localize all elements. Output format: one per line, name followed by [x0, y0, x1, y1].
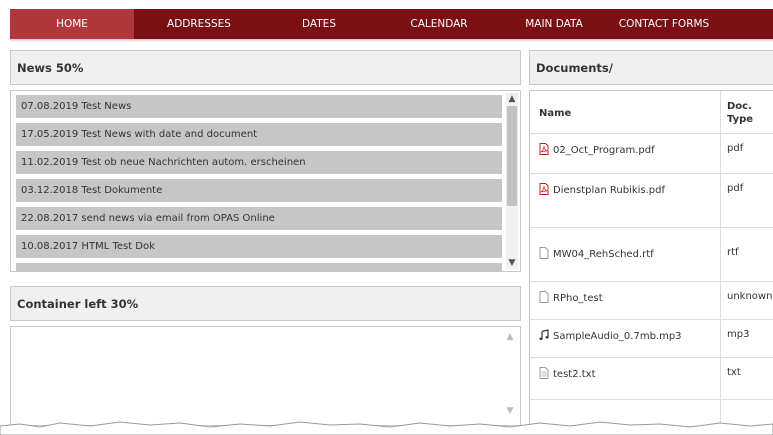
nav-contact-forms[interactable]: CONTACT FORMS [604, 9, 724, 39]
text-file-icon [539, 367, 549, 379]
table-row[interactable]: 02_Oct_Program.pdf pdf [530, 133, 773, 174]
scroll-down-icon[interactable]: ▼ [504, 405, 516, 417]
nav-main-data[interactable]: MAIN DATA [504, 9, 604, 39]
pdf-icon [539, 183, 549, 195]
column-header-doc-type[interactable]: Doc. Type [727, 100, 767, 126]
scroll-up-icon[interactable]: ▲ [506, 93, 518, 105]
scroll-thumb[interactable] [507, 106, 517, 206]
document-name[interactable]: SampleAudio_0.7mb.mp3 [553, 331, 682, 342]
table-row[interactable]: MW04_RehSched.rtf rtf [530, 227, 773, 282]
news-item[interactable]: 07.08.2019 Test News [16, 95, 502, 118]
document-name[interactable]: Dienstplan Rubikis.pdf [553, 185, 665, 196]
document-type: txt [727, 367, 741, 378]
news-item[interactable]: 22.08.2017 send news via email from OPAS… [16, 207, 502, 230]
table-row[interactable]: Dienstplan Rubikis.pdf pdf [530, 173, 773, 228]
news-item[interactable]: 17.05.2019 Test News with date and docum… [16, 123, 502, 146]
pdf-icon [539, 143, 549, 155]
news-scrollbar[interactable]: ▲ ▼ [506, 93, 518, 269]
documents-table: Name Doc. Type 02_Oct_Program.pdf pdf Di… [529, 90, 773, 430]
news-item [16, 263, 502, 271]
file-icon [539, 247, 549, 259]
documents-panel-title: Documents/ [529, 50, 773, 85]
column-header-name[interactable]: Name [539, 108, 719, 119]
table-row[interactable]: SampleAudio_0.7mb.mp3 mp3 [530, 319, 773, 358]
news-item[interactable]: 10.08.2017 HTML Test Dok [16, 235, 502, 258]
scroll-up-icon[interactable]: ▲ [504, 331, 516, 343]
nav-dates[interactable]: DATES [264, 9, 374, 39]
document-name[interactable]: MW04_RehSched.rtf [553, 249, 654, 260]
document-name[interactable]: RPho_test [553, 293, 603, 304]
table-row[interactable]: test2.txt txt [530, 357, 773, 400]
main-nav: HOME ADDRESSES DATES CALENDAR MAIN DATA … [10, 9, 773, 39]
table-header: Name Doc. Type [530, 91, 773, 134]
table-row[interactable]: RPho_test unknown [530, 281, 773, 320]
document-type: pdf [727, 183, 744, 194]
news-list: 07.08.2019 Test News 17.05.2019 Test New… [10, 90, 521, 272]
news-panel-title: News 50% [10, 50, 521, 85]
file-icon [539, 291, 549, 303]
document-type: mp3 [727, 329, 750, 340]
document-type: rtf [727, 247, 739, 258]
nav-calendar[interactable]: CALENDAR [374, 9, 504, 39]
left-container-body: ▲ ▼ [10, 326, 521, 426]
left-container-title: Container left 30% [10, 286, 521, 321]
document-name[interactable]: 02_Oct_Program.pdf [553, 145, 655, 156]
nav-shadow [10, 39, 773, 42]
nav-addresses[interactable]: ADDRESSES [134, 9, 264, 39]
document-type: pdf [727, 143, 744, 154]
nav-home[interactable]: HOME [10, 9, 134, 39]
document-type: unknown [727, 291, 773, 302]
news-item[interactable]: 11.02.2019 Test ob neue Nachrichten auto… [16, 151, 502, 174]
news-item[interactable]: 03.12.2018 Test Dokumente [16, 179, 502, 202]
audio-icon [539, 329, 549, 341]
torn-edge-decoration [0, 421, 773, 435]
scroll-down-icon[interactable]: ▼ [506, 257, 518, 269]
document-name[interactable]: test2.txt [553, 369, 596, 380]
